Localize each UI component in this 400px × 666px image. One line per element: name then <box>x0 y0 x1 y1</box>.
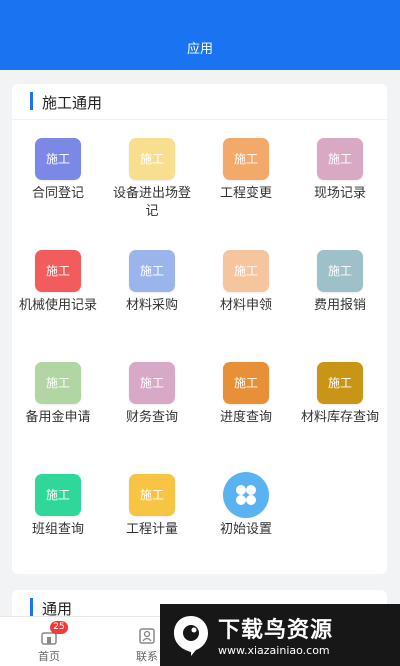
app-item-machine-usage[interactable]: 施工 机械使用记录 <box>12 250 104 315</box>
app-label: 备用金申请 <box>25 410 91 425</box>
app-tile-icon: 施工 <box>129 362 175 404</box>
app-label: 材料库存查询 <box>300 410 379 425</box>
app-label: 初始设置 <box>219 522 272 537</box>
app-tile-icon: 施工 <box>317 250 363 292</box>
app-item-material-requisition[interactable]: 施工 材料申领 <box>200 250 292 315</box>
app-label: 材料申领 <box>219 298 272 313</box>
app-item-initial-settings[interactable]: 初始设置 <box>200 472 292 539</box>
app-item-material-purchase[interactable]: 施工 材料采购 <box>106 250 198 315</box>
app-tile-icon: 施工 <box>223 250 269 292</box>
section-construction: 施工通用 施工 合同登记 施工 设备进出场登记 施工 工程变更 施工 现场记录 … <box>12 84 387 574</box>
contacts-icon <box>138 627 156 645</box>
app-label: 班组查询 <box>31 522 84 537</box>
app-item-finance-query[interactable]: 施工 财务查询 <box>106 362 198 427</box>
app-tile-icon: 施工 <box>129 474 175 516</box>
page-title: 应用 <box>186 42 213 57</box>
section-accent-bar <box>30 92 33 110</box>
app-label: 材料采购 <box>125 298 178 313</box>
bird-logo-icon <box>170 612 212 658</box>
app-label: 机械使用记录 <box>18 298 97 313</box>
grid-icon <box>223 472 269 518</box>
app-tile-icon: 施工 <box>223 138 269 180</box>
app-tile-icon: 施工 <box>129 250 175 292</box>
app-tile-icon: 施工 <box>35 250 81 292</box>
app-tile-icon: 施工 <box>129 138 175 180</box>
section-header: 施工通用 <box>12 84 387 120</box>
app-tile-icon: 施工 <box>35 362 81 404</box>
app-tile-icon: 施工 <box>317 138 363 180</box>
app-item-equipment-entry[interactable]: 施工 设备进出场登记 <box>106 138 198 221</box>
app-tile-icon: 施工 <box>35 138 81 180</box>
section-title: 施工通用 <box>42 94 103 112</box>
app-tile-icon: 施工 <box>317 362 363 404</box>
app-item-expense-claim[interactable]: 施工 费用报销 <box>294 250 386 315</box>
app-label: 合同登记 <box>31 186 84 201</box>
notification-badge: 25 <box>50 621 68 634</box>
tab-label: 首页 <box>38 650 60 663</box>
app-label: 现场记录 <box>313 186 366 201</box>
app-item-progress-query[interactable]: 施工 进度查询 <box>200 362 292 427</box>
app-item-measurement[interactable]: 施工 工程计量 <box>106 474 198 539</box>
app-item-inventory-query[interactable]: 施工 材料库存查询 <box>294 362 386 427</box>
grid-icon-svg <box>236 485 256 505</box>
app-label: 设备进出场登记 <box>112 186 191 219</box>
app-item-site-record[interactable]: 施工 现场记录 <box>294 138 386 203</box>
app-label: 进度查询 <box>219 410 272 425</box>
app-item-contract-register[interactable]: 施工 合同登记 <box>12 138 104 203</box>
section-accent-bar <box>30 598 33 616</box>
app-label: 工程计量 <box>125 522 178 537</box>
home-icon: 25 <box>40 621 68 645</box>
watermark-title: 下载鸟资源 <box>218 618 334 643</box>
watermark-url: www.xiazainiao.com <box>218 644 330 657</box>
app-label: 工程变更 <box>219 186 272 201</box>
app-tile-icon: 施工 <box>223 362 269 404</box>
tab-home[interactable]: 25 首页 <box>14 617 84 666</box>
app-item-team-query[interactable]: 施工 班组查询 <box>12 474 104 539</box>
app-label: 费用报销 <box>313 298 366 313</box>
app-item-petty-cash[interactable]: 施工 备用金申请 <box>12 362 104 427</box>
app-header: 应用 <box>0 0 400 70</box>
app-tile-icon: 施工 <box>35 474 81 516</box>
app-label: 财务查询 <box>125 410 178 425</box>
watermark-banner: 下载鸟资源 www.xiazainiao.com <box>160 604 400 666</box>
app-item-engineering-change[interactable]: 施工 工程变更 <box>200 138 292 203</box>
